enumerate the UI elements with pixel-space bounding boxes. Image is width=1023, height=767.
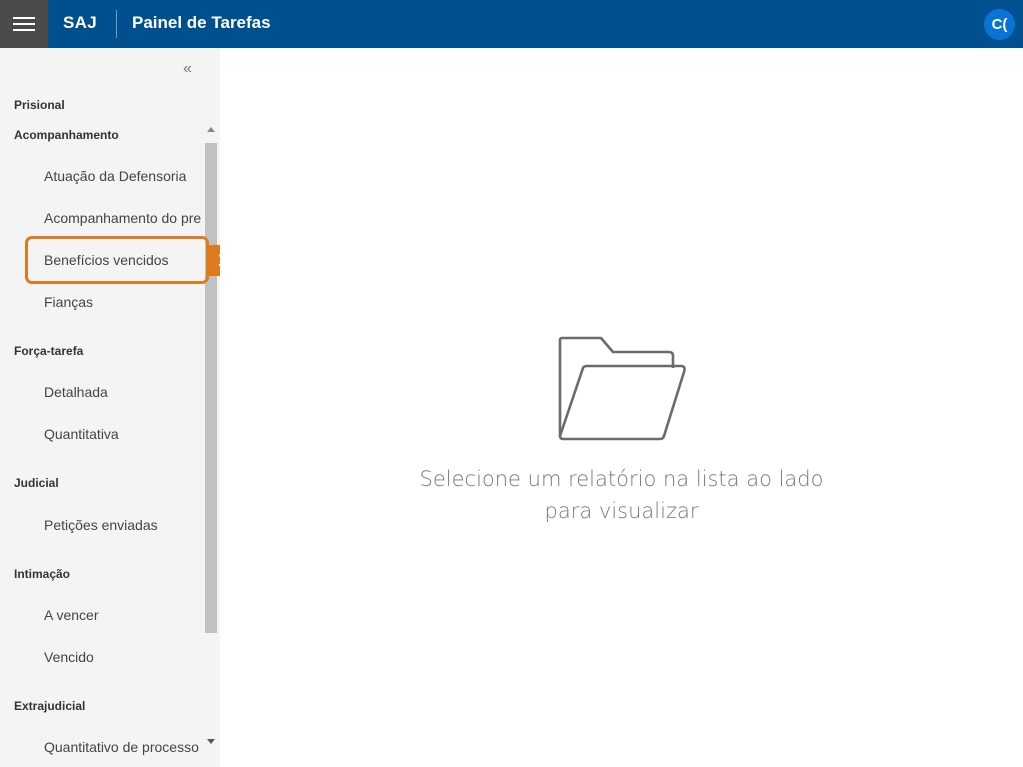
top-bar: SAJ Painel de Tarefas C( [0, 0, 1023, 48]
scrollbar-thumb[interactable] [205, 143, 217, 633]
sidebar-scrollbar[interactable] [204, 127, 218, 767]
section-prisional: Prisional [14, 98, 65, 112]
scroll-down-arrow-icon[interactable] [207, 739, 215, 744]
report-sidebar: « Prisional Acompanhamento Atuação da De… [0, 48, 220, 767]
collapse-sidebar-icon[interactable]: « [183, 61, 192, 77]
open-folder-icon [558, 336, 686, 441]
section-intimacao: Intimação [14, 567, 71, 581]
sidebar-item-a-vencer[interactable]: A vencer [44, 607, 98, 623]
menu-icon-line [13, 29, 35, 31]
sidebar-item-fiancas[interactable]: Fianças [44, 294, 93, 310]
report-viewer: Selecione um relatório na lista ao lado … [220, 48, 1023, 767]
section-extrajudicial: Extrajudicial [14, 699, 86, 713]
section-judicial: Judicial [14, 476, 59, 490]
page-title: Painel de Tarefas [132, 13, 271, 32]
section-forca-tarefa: Força-tarefa [14, 344, 84, 358]
sidebar-item-peticoes-enviadas[interactable]: Petições enviadas [44, 517, 158, 533]
menu-icon-line [13, 17, 35, 19]
annotation-highlight-box [25, 236, 209, 284]
sidebar-item-quantitativo-processo[interactable]: Quantitativo de processo [44, 739, 199, 755]
scroll-up-arrow-icon[interactable] [207, 127, 215, 132]
empty-state-message: Selecione um relatório na lista ao lado … [220, 463, 1023, 527]
hamburger-menu-button[interactable] [0, 0, 48, 48]
section-acompanhamento: Acompanhamento [14, 128, 119, 142]
sidebar-item-acompanhamento-preso[interactable]: Acompanhamento do pre [44, 210, 201, 226]
sidebar-item-atuacao-defensoria[interactable]: Atuação da Defensoria [44, 168, 186, 184]
user-avatar[interactable]: C( [984, 9, 1015, 40]
sidebar-item-detalhada[interactable]: Detalhada [44, 384, 108, 400]
brand-logo[interactable]: SAJ [63, 13, 97, 33]
empty-state-line-2: para visualizar [544, 499, 699, 523]
header-divider [116, 10, 117, 38]
sidebar-item-vencido[interactable]: Vencido [44, 649, 94, 665]
empty-state-line-1: Selecione um relatório na lista ao lado [419, 467, 824, 491]
sidebar-item-quantitativa[interactable]: Quantitativa [44, 426, 119, 442]
menu-icon-line [13, 23, 35, 25]
